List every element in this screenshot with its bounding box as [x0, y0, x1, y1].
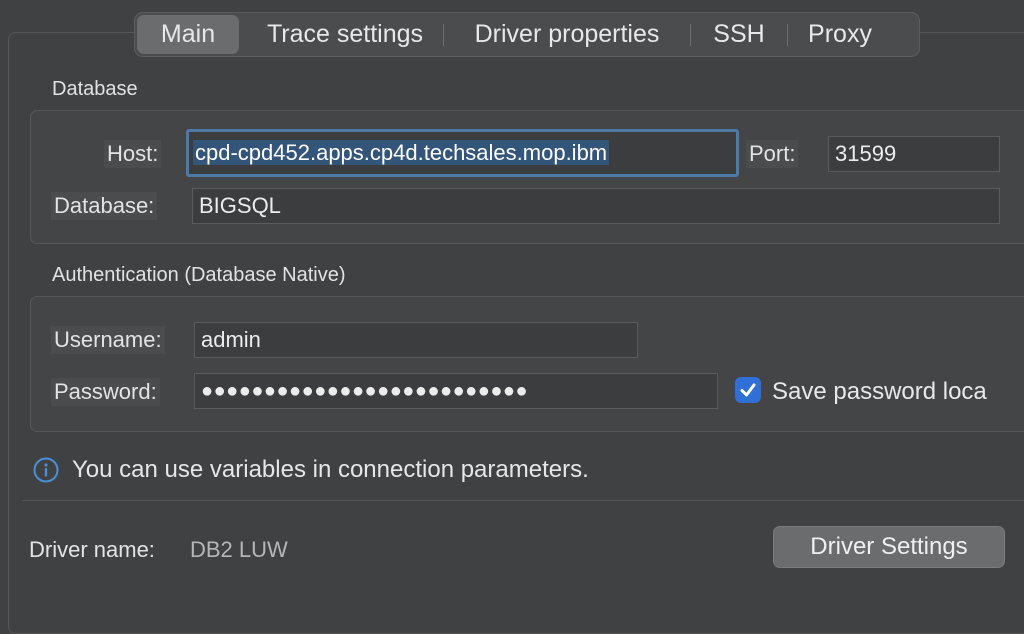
port-field[interactable]: 31599	[828, 136, 1000, 172]
tab-driver-properties[interactable]: Driver properties	[444, 15, 690, 54]
tab-main[interactable]: Main	[137, 15, 239, 54]
tab-ssh[interactable]: SSH	[691, 15, 787, 54]
host-field[interactable]: cpd-cpd452.apps.cp4d.techsales.mop.ibm	[186, 129, 739, 177]
host-value: cpd-cpd452.apps.cp4d.techsales.mop.ibm	[193, 140, 610, 165]
password-label: Password:	[51, 378, 160, 406]
database-field[interactable]: BIGSQL	[192, 188, 1000, 224]
database-section-title: Database	[52, 78, 138, 100]
database-label: Database:	[51, 192, 158, 220]
tab-proxy[interactable]: Proxy	[788, 15, 892, 54]
port-label: Port:	[746, 140, 799, 168]
driver-settings-button[interactable]: Driver Settings	[773, 526, 1005, 568]
driver-name-label: Driver name:	[29, 537, 155, 562]
driver-name-value: DB2 LUW	[190, 537, 288, 562]
info-text: You can use variables in connection para…	[72, 456, 589, 483]
tab-trace-settings[interactable]: Trace settings	[259, 15, 431, 54]
checkmark-icon	[740, 383, 756, 397]
username-field[interactable]: admin	[194, 322, 638, 358]
host-label: Host:	[104, 140, 162, 168]
tab-bar: Main Trace settings Driver properties SS…	[134, 12, 920, 57]
divider	[22, 500, 1024, 501]
auth-section-title: Authentication (Database Native)	[52, 264, 346, 286]
save-password-checkbox[interactable]	[735, 377, 761, 403]
password-field[interactable]: ●●●●●●●●●●●●●●●●●●●●●●●●●●	[194, 373, 718, 409]
auth-group	[30, 296, 1024, 432]
save-password-label[interactable]: Save password loca	[772, 378, 1004, 406]
info-icon	[33, 457, 59, 483]
username-label: Username:	[51, 326, 165, 354]
